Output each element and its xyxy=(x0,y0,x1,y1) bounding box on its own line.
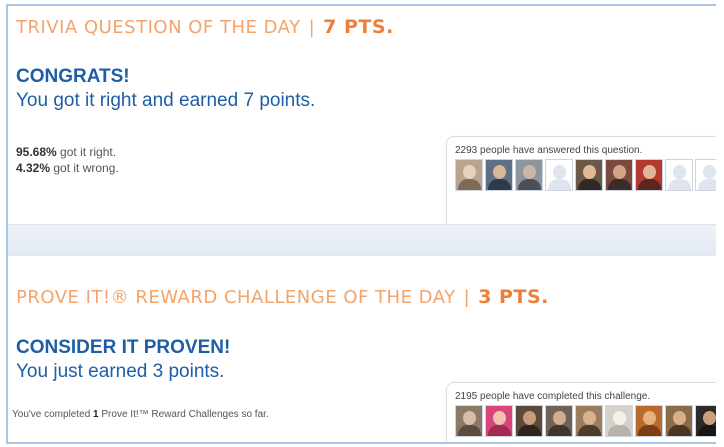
avatar[interactable] xyxy=(575,159,603,191)
avatar-placeholder[interactable] xyxy=(665,159,693,191)
avatar[interactable] xyxy=(695,405,716,437)
avatar[interactable] xyxy=(485,405,513,437)
avatar[interactable] xyxy=(605,405,633,437)
avatar-placeholder[interactable] xyxy=(545,159,573,191)
stat-wrong: 4.32% got it wrong. xyxy=(16,160,119,176)
avatar[interactable] xyxy=(485,159,513,191)
challenge-heading-text: Prove It!® Reward Challenge of the Day xyxy=(16,287,456,308)
avatar[interactable] xyxy=(635,405,663,437)
avatar-head xyxy=(583,411,596,425)
avatar[interactable] xyxy=(665,405,693,437)
challenge-completed-note: You've completed 1 Prove It!™ Reward Cha… xyxy=(12,409,269,420)
stat-right-label: got it right. xyxy=(60,145,117,159)
challenge-section: Prove It!® Reward Challenge of the Day | 3… xyxy=(8,254,716,442)
stat-wrong-pct: 4.32% xyxy=(16,161,51,175)
stat-right: 95.68% got it right. xyxy=(16,144,119,160)
avatar-head xyxy=(523,411,536,425)
trivia-result-title: CONGRATS! xyxy=(16,66,130,87)
trivia-heading-separator: | xyxy=(308,17,316,38)
avatar-head xyxy=(613,165,626,179)
avatar-body xyxy=(638,179,661,190)
avatar-body xyxy=(668,425,691,436)
avatar[interactable] xyxy=(605,159,633,191)
avatar-body xyxy=(608,179,631,190)
avatar-head xyxy=(493,165,506,179)
avatar-body xyxy=(698,425,716,436)
avatar-body xyxy=(638,425,661,436)
avatar-head xyxy=(643,165,656,179)
avatar[interactable] xyxy=(515,405,543,437)
note-suffix: Prove It!™ Reward Challenges so far. xyxy=(101,409,269,420)
avatar-head xyxy=(463,411,476,425)
avatar-placeholder[interactable] xyxy=(695,159,716,191)
avatar-head xyxy=(703,411,716,425)
avatar[interactable] xyxy=(635,159,663,191)
avatar-body xyxy=(518,425,541,436)
avatar-body xyxy=(548,425,571,436)
challenge-points-label: 3 PTS. xyxy=(478,286,549,308)
trivia-heading-text: Trivia Question of the Day xyxy=(16,17,301,38)
avatar-body xyxy=(578,425,601,436)
trivia-stats: 95.68% got it right. 4.32% got it wrong. xyxy=(16,144,119,176)
challenge-result-subtitle: You just earned 3 points. xyxy=(16,361,225,382)
trivia-section: Trivia Question of the Day | 7 PTS. CONGRA… xyxy=(8,6,716,244)
section-divider xyxy=(8,224,716,256)
challenge-result-title: CONSIDER IT PROVEN! xyxy=(16,337,231,358)
avatar-head xyxy=(643,411,656,425)
avatar-head xyxy=(703,165,716,179)
avatar[interactable] xyxy=(515,159,543,191)
avatar-body xyxy=(578,179,601,190)
avatar-head xyxy=(493,411,506,425)
avatar[interactable] xyxy=(545,405,573,437)
avatar-body xyxy=(518,179,541,190)
avatar-head xyxy=(553,411,566,425)
challenge-avatar-strip xyxy=(455,405,716,437)
avatar-body xyxy=(458,425,481,436)
note-count: 1 xyxy=(93,409,99,420)
avatar-body xyxy=(608,425,631,436)
challenge-heading: Prove It!® Reward Challenge of the Day | 3… xyxy=(16,286,549,308)
avatar-body xyxy=(698,179,716,190)
challenge-people-caption: 2195 people have completed this challeng… xyxy=(455,391,651,402)
trivia-avatar-strip xyxy=(455,159,716,191)
avatar-head xyxy=(553,165,566,179)
avatar-body xyxy=(458,179,481,190)
trivia-heading: Trivia Question of the Day | 7 PTS. xyxy=(16,16,394,38)
challenge-people-box: 2195 people have completed this challeng… xyxy=(446,382,716,442)
avatar-head xyxy=(583,165,596,179)
trivia-result-subtitle: You got it right and earned 7 points. xyxy=(16,90,316,111)
avatar-head xyxy=(613,411,626,425)
avatar[interactable] xyxy=(455,159,483,191)
avatar-head xyxy=(673,165,686,179)
challenge-heading-separator: | xyxy=(463,287,471,308)
avatar-body xyxy=(488,179,511,190)
stat-right-pct: 95.68% xyxy=(16,145,57,159)
avatar-head xyxy=(463,165,476,179)
trivia-points-label: 7 PTS. xyxy=(323,16,394,38)
avatar-head xyxy=(673,411,686,425)
avatar-body xyxy=(548,179,571,190)
avatar-body xyxy=(668,179,691,190)
avatar-body xyxy=(488,425,511,436)
daily-points-panel: Trivia Question of the Day | 7 PTS. CONGRA… xyxy=(6,4,716,444)
avatar[interactable] xyxy=(455,405,483,437)
note-prefix: You've completed xyxy=(12,409,91,420)
stat-wrong-label: got it wrong. xyxy=(53,161,119,175)
avatar-head xyxy=(523,165,536,179)
trivia-people-caption: 2293 people have answered this question. xyxy=(455,145,643,156)
avatar[interactable] xyxy=(575,405,603,437)
